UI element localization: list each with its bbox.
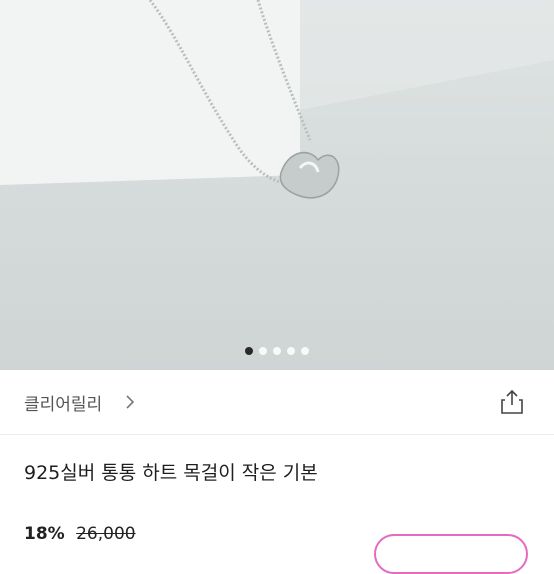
product-title: 925실버 통통 하트 목걸이 작은 기본: [24, 462, 318, 484]
action-button[interactable]: [374, 534, 528, 574]
share-icon[interactable]: [499, 389, 525, 415]
gallery-pagination: [0, 346, 554, 356]
heart-pendant: [279, 151, 340, 199]
gallery-dot[interactable]: [287, 347, 295, 355]
gallery-dot[interactable]: [245, 347, 253, 355]
product-photo: [0, 0, 554, 199]
price-row: 18% 26,000: [24, 524, 136, 544]
chevron-right-icon[interactable]: [125, 394, 135, 410]
gallery-dot[interactable]: [259, 347, 267, 355]
original-price: 26,000: [76, 524, 136, 544]
gallery-dot[interactable]: [273, 347, 281, 355]
photo-white-card: [0, 0, 300, 185]
gallery-dot[interactable]: [301, 347, 309, 355]
discount-rate: 18%: [24, 524, 65, 544]
seller-row[interactable]: 클리어릴리: [0, 370, 554, 435]
product-image-gallery[interactable]: [0, 0, 554, 370]
seller-name[interactable]: 클리어릴리: [24, 390, 102, 415]
photo-light-band: [300, 0, 554, 110]
